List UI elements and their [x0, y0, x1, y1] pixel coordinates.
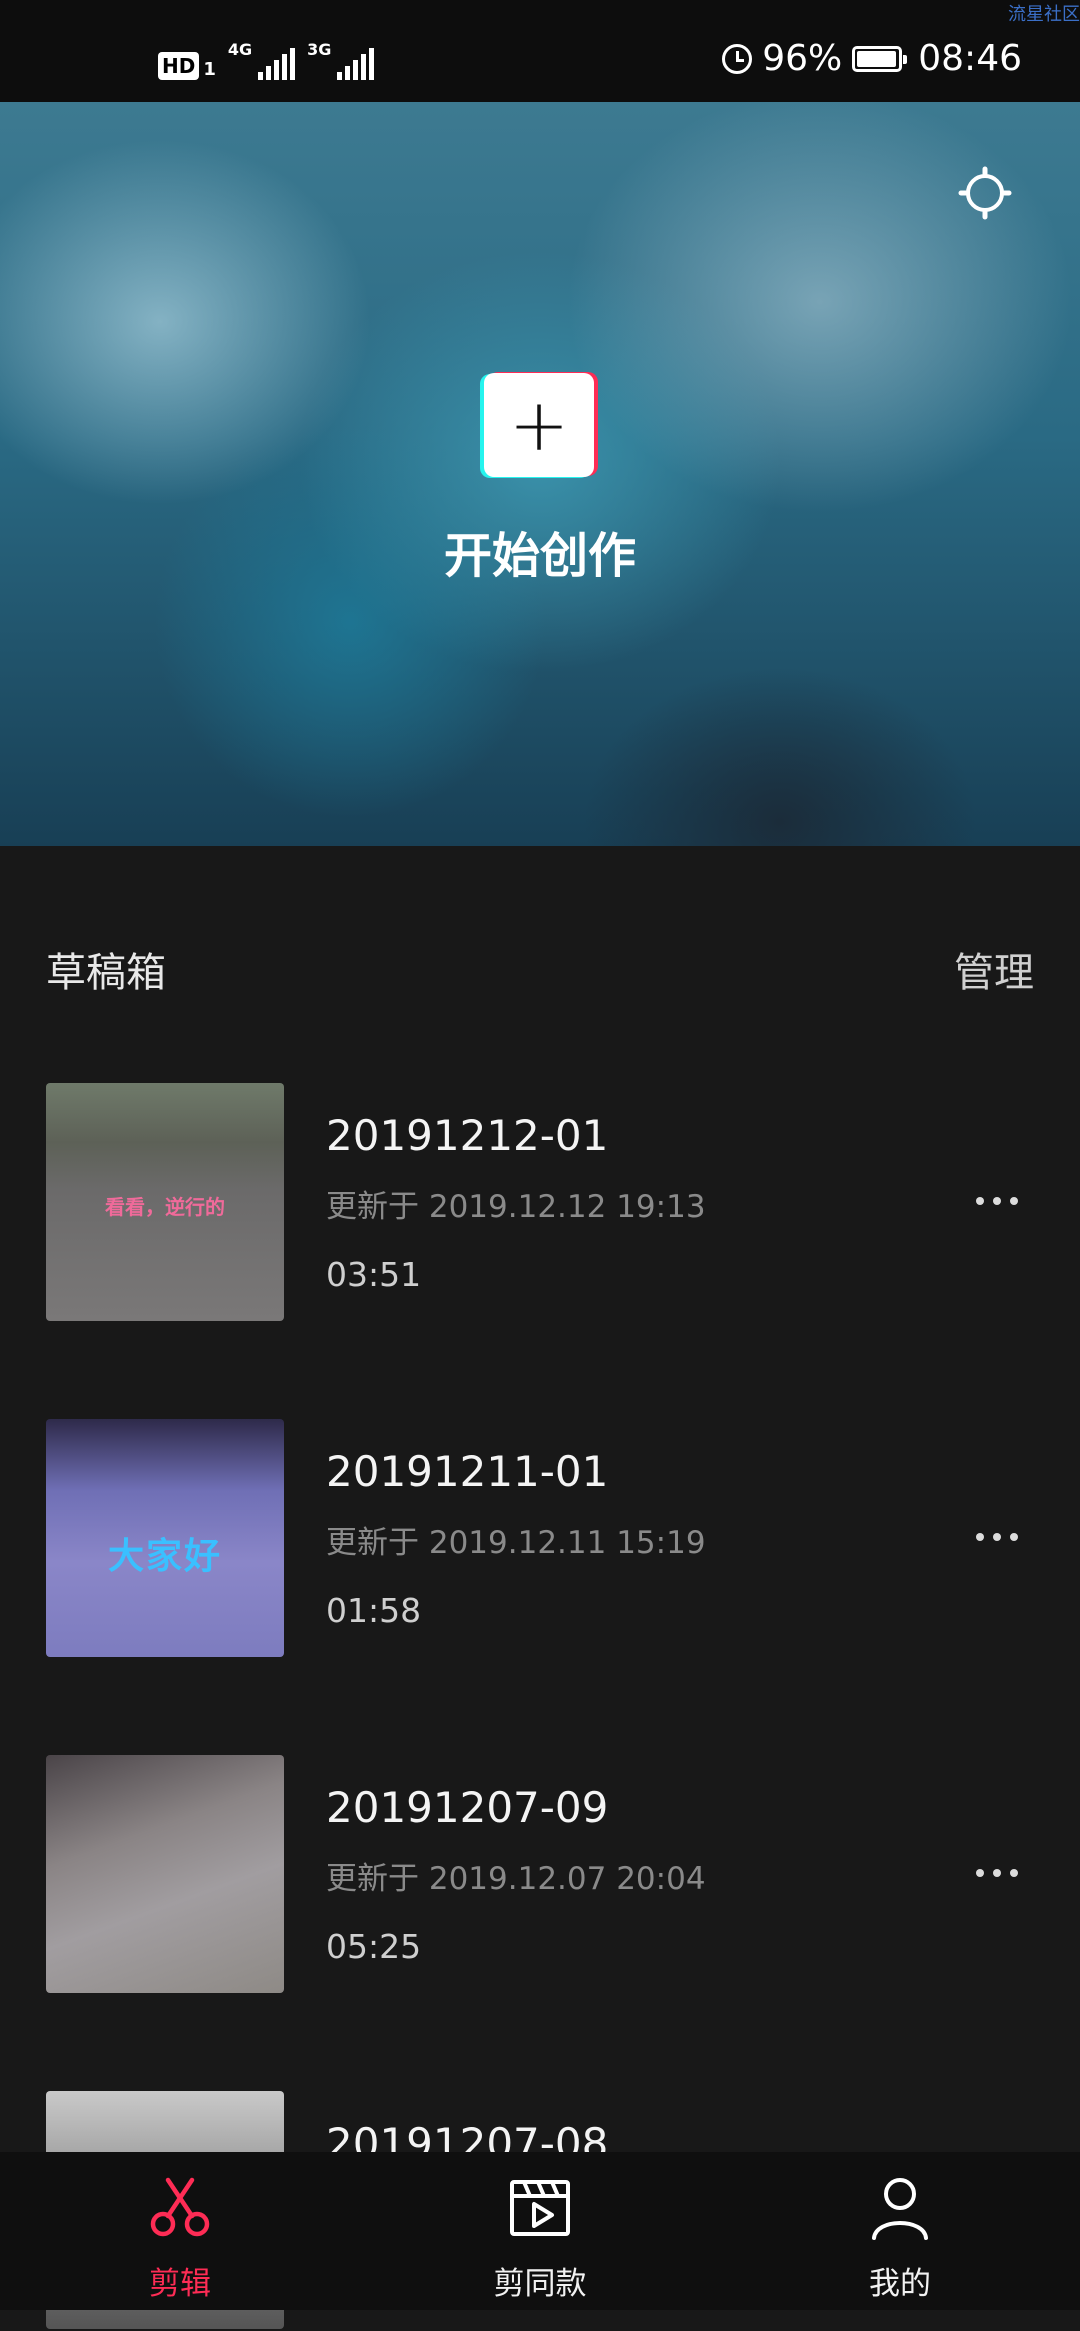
- draft-duration: 05:25: [326, 1927, 422, 1966]
- create-label[interactable]: 开始创作: [0, 516, 1080, 586]
- draft-thumbnail[interactable]: 大家好: [46, 1419, 284, 1657]
- nav-label: 剪同款: [493, 2266, 587, 2302]
- network-type-1: 4G: [227, 40, 253, 59]
- network-type-2: 3G: [307, 40, 332, 59]
- hd-badge: HD: [158, 52, 200, 80]
- battery-icon: [852, 45, 908, 72]
- draft-duration: 03:51: [326, 1255, 422, 1294]
- battery-fill: [857, 50, 896, 67]
- draft-thumbnail[interactable]: [46, 1755, 284, 1993]
- scissors-icon: [150, 2177, 210, 2237]
- signal-icon-2: [337, 48, 375, 80]
- signal-icon: [258, 48, 296, 80]
- more-options-icon[interactable]: [976, 1869, 1018, 1877]
- create-button-face: +: [484, 373, 594, 477]
- clapperboard-icon: [510, 2180, 570, 2236]
- nav-label: 剪辑: [149, 2266, 211, 2302]
- draft-item[interactable]: 看看，逆行的 20191212-01 更新于 2019.12.12 19:13 …: [0, 1083, 1080, 1323]
- watermark: 流星社区: [1008, 4, 1080, 25]
- thumbnail-caption: 看看，逆行的: [105, 1195, 225, 1219]
- draft-name: 20191211-01: [326, 1447, 609, 1496]
- draft-name: 20191212-01: [326, 1111, 609, 1160]
- plus-icon: +: [508, 383, 570, 467]
- draft-item[interactable]: 大家好 20191211-01 更新于 2019.12.11 15:19 01:…: [0, 1419, 1080, 1659]
- drafts-title: 草稿箱: [46, 950, 166, 996]
- nav-tab-profile[interactable]: 我的: [770, 2152, 1030, 2310]
- nav-label: 我的: [869, 2266, 931, 2302]
- draft-updated: 更新于 2019.12.12 19:13: [326, 1189, 706, 1225]
- status-bar: 流星社区 HD 1 4G 3G 96% 08:46: [0, 0, 1080, 102]
- sim-number: 1: [203, 59, 216, 80]
- draft-item[interactable]: 20191207-09 更新于 2019.12.07 20:04 05:25: [0, 1755, 1080, 1995]
- bottom-nav: 剪辑 剪同款 我的: [0, 2152, 1080, 2310]
- alarm-icon: [722, 43, 753, 74]
- clock: 08:46: [918, 38, 1022, 79]
- draft-duration: 01:58: [326, 1591, 422, 1630]
- hero-banner: + 开始创作: [0, 102, 1080, 846]
- network-indicators: HD 1 4G 3G: [158, 40, 375, 80]
- person-icon: [872, 2178, 928, 2240]
- gear-icon[interactable]: [958, 166, 1012, 220]
- more-options-icon[interactable]: [976, 1533, 1018, 1541]
- nav-tab-templates[interactable]: 剪同款: [410, 2152, 670, 2310]
- status-right: 96% 08:46: [722, 38, 1022, 79]
- manage-button[interactable]: 管理: [954, 940, 1034, 998]
- draft-name: 20191207-09: [326, 1783, 609, 1832]
- battery-percent: 96%: [762, 38, 843, 79]
- draft-updated: 更新于 2019.12.07 20:04: [326, 1861, 706, 1897]
- draft-updated: 更新于 2019.12.11 15:19: [326, 1525, 706, 1561]
- create-button[interactable]: +: [480, 372, 598, 478]
- nav-tab-edit[interactable]: 剪辑: [50, 2152, 310, 2310]
- thumbnail-caption: 大家好: [107, 1536, 222, 1577]
- more-options-icon[interactable]: [976, 1197, 1018, 1205]
- draft-thumbnail[interactable]: 看看，逆行的: [46, 1083, 284, 1321]
